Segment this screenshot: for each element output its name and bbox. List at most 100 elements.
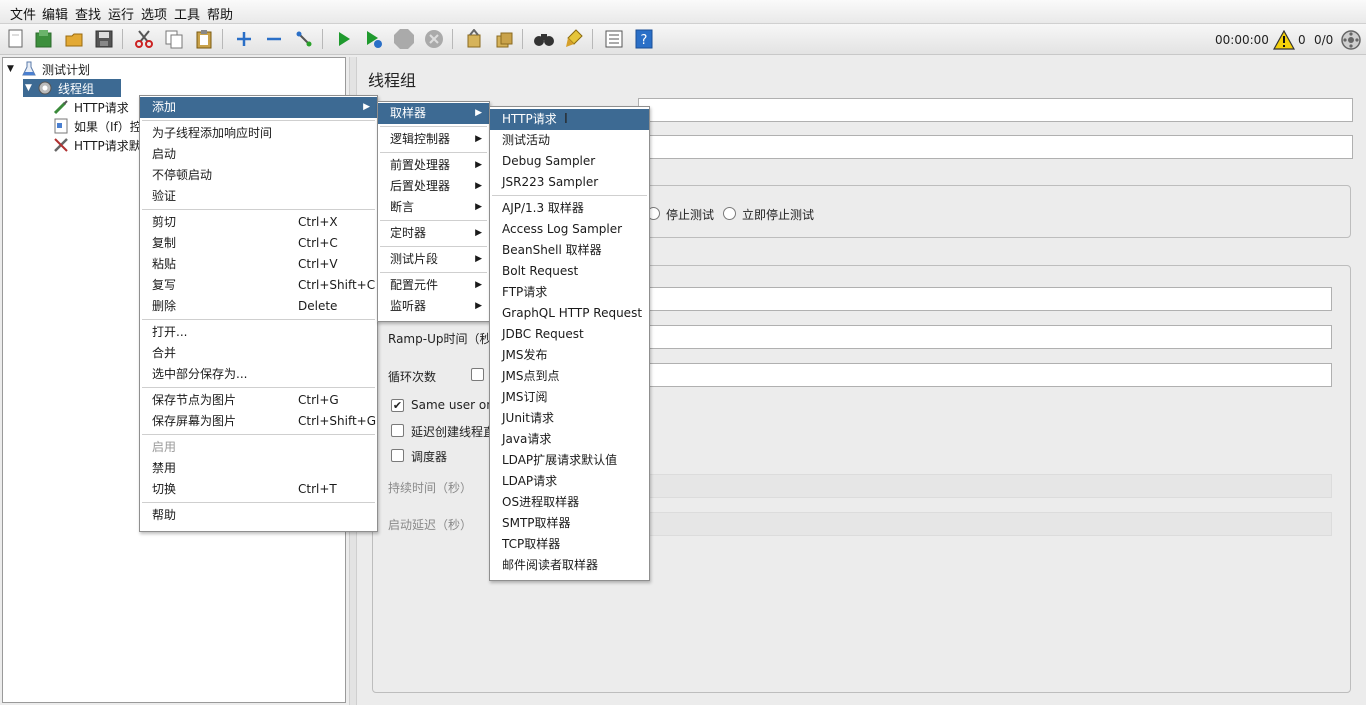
paste-icon[interactable] xyxy=(192,27,216,51)
menu-item-open[interactable]: 打开... xyxy=(140,322,377,343)
menu-item-start[interactable]: 启动 xyxy=(140,144,377,165)
clear-icon[interactable] xyxy=(462,27,486,51)
sampler-item-jsr223[interactable]: JSR223 Sampler xyxy=(490,172,649,193)
radio-stop-now[interactable] xyxy=(723,207,736,220)
submenu-item-timer[interactable]: 定时器 ▶ xyxy=(378,223,489,244)
submenu-item-listener[interactable]: 监听器 ▶ xyxy=(378,296,489,317)
menu-item-add-response-time[interactable]: 为子线程添加响应时间 xyxy=(140,123,377,144)
menu-item-disable[interactable]: 禁用 xyxy=(140,458,377,479)
sampler-item-jms-publish[interactable]: JMS发布 xyxy=(490,345,649,366)
startup-delay-field[interactable] xyxy=(638,512,1332,536)
rampup-field[interactable] xyxy=(638,325,1332,349)
menu-search[interactable]: 查找 xyxy=(75,4,101,23)
sampler-item-graphql[interactable]: GraphQL HTTP Request xyxy=(490,303,649,324)
scheduler-label: 调度器 xyxy=(411,450,448,464)
submenu-arrow-icon: ▶ xyxy=(475,254,482,264)
sampler-item-jms-p2p[interactable]: JMS点到点 xyxy=(490,366,649,387)
submenu-item-sampler[interactable]: 取样器 ▶ xyxy=(378,103,489,124)
submenu-item-post-processor[interactable]: 后置处理器 ▶ xyxy=(378,176,489,197)
sampler-item-mail-reader[interactable]: 邮件阅读者取样器 xyxy=(490,555,649,576)
expand-arrow-icon[interactable]: ▼ xyxy=(23,83,37,93)
menu-item-delete[interactable]: 删除 Delete xyxy=(140,296,377,317)
templates-icon[interactable] xyxy=(32,27,56,51)
clear-all-icon[interactable] xyxy=(492,27,516,51)
sampler-item-access-log[interactable]: Access Log Sampler xyxy=(490,219,649,240)
menu-item-paste[interactable]: 粘贴 Ctrl+V xyxy=(140,254,377,275)
tree-node-http-request[interactable]: HTTP请求 xyxy=(53,98,129,116)
cut-icon[interactable] xyxy=(132,27,156,51)
menu-item-save-selection[interactable]: 选中部分保存为... xyxy=(140,364,377,385)
sampler-item-ajp[interactable]: AJP/1.3 取样器 xyxy=(490,198,649,219)
menu-run[interactable]: 运行 xyxy=(108,4,134,23)
start-icon[interactable] xyxy=(332,27,356,51)
warning-icon[interactable] xyxy=(1272,28,1296,52)
sampler-item-ldap[interactable]: LDAP请求 xyxy=(490,471,649,492)
menu-item-merge[interactable]: 合并 xyxy=(140,343,377,364)
menu-item-copy[interactable]: 复制 Ctrl+C xyxy=(140,233,377,254)
tree-node-http-defaults[interactable]: HTTP请求默 xyxy=(53,136,141,154)
delay-create-checkbox[interactable] xyxy=(391,424,404,437)
stop-icon[interactable] xyxy=(392,27,416,51)
sampler-item-java[interactable]: Java请求 xyxy=(490,429,649,450)
tree-node-if-controller[interactable]: 如果（If）控 xyxy=(53,117,142,135)
reset-search-icon[interactable] xyxy=(562,27,586,51)
menu-item-save-node-image[interactable]: 保存节点为图片 Ctrl+G xyxy=(140,390,377,411)
loop-count-field[interactable] xyxy=(638,363,1332,387)
search-icon[interactable] xyxy=(532,27,556,51)
expand-all-icon[interactable] xyxy=(232,27,256,51)
save-icon[interactable] xyxy=(92,27,116,51)
help-icon[interactable]: ? xyxy=(632,27,656,51)
collapse-all-icon[interactable] xyxy=(262,27,286,51)
sampler-item-ftp[interactable]: FTP请求 xyxy=(490,282,649,303)
menu-item-duplicate[interactable]: 复写 Ctrl+Shift+C xyxy=(140,275,377,296)
menu-item-start-no-pause[interactable]: 不停顿启动 xyxy=(140,165,377,186)
sampler-item-beanshell[interactable]: BeanShell 取样器 xyxy=(490,240,649,261)
tree-node-test-plan[interactable]: ▼ 测试计划 xyxy=(7,60,90,78)
shutdown-icon[interactable] xyxy=(422,27,446,51)
comments-field[interactable] xyxy=(638,135,1353,159)
sampler-item-debug[interactable]: Debug Sampler xyxy=(490,151,649,172)
menu-help[interactable]: 帮助 xyxy=(207,4,233,23)
loop-forever-checkbox[interactable] xyxy=(471,368,484,381)
new-icon[interactable] xyxy=(4,27,28,51)
sampler-item-bolt[interactable]: Bolt Request xyxy=(490,261,649,282)
sampler-item-ldap-ext[interactable]: LDAP扩展请求默认值 xyxy=(490,450,649,471)
sampler-item-jdbc[interactable]: JDBC Request xyxy=(490,324,649,345)
sampler-item-test-action[interactable]: 测试活动 xyxy=(490,130,649,151)
submenu-item-assertion[interactable]: 断言 ▶ xyxy=(378,197,489,218)
expand-arrow-icon[interactable]: ▼ xyxy=(7,64,21,74)
scheduler-checkbox[interactable] xyxy=(391,449,404,462)
function-helper-icon[interactable] xyxy=(602,27,626,51)
same-user-checkbox[interactable]: ✔ xyxy=(391,399,404,412)
tree-node-thread-group[interactable]: ▼ 线程组 xyxy=(23,79,121,97)
sampler-item-junit[interactable]: JUnit请求 xyxy=(490,408,649,429)
submenu-item-config-element[interactable]: 配置元件 ▶ xyxy=(378,275,489,296)
menu-item-toggle[interactable]: 切换 Ctrl+T xyxy=(140,479,377,500)
menu-item-add[interactable]: 添加 ▶ xyxy=(140,97,377,118)
submenu-item-test-fragment[interactable]: 测试片段 ▶ xyxy=(378,249,489,270)
menu-item-cut[interactable]: 剪切 Ctrl+X xyxy=(140,212,377,233)
status-gear-icon[interactable] xyxy=(1339,28,1363,52)
menu-tools[interactable]: 工具 xyxy=(174,4,200,23)
copy-icon[interactable] xyxy=(162,27,186,51)
sampler-item-tcp[interactable]: TCP取样器 xyxy=(490,534,649,555)
open-icon[interactable] xyxy=(62,27,86,51)
sampler-item-smtp[interactable]: SMTP取样器 xyxy=(490,513,649,534)
sampler-item-jms-subscribe[interactable]: JMS订阅 xyxy=(490,387,649,408)
menu-item-help[interactable]: 帮助 xyxy=(140,505,377,526)
toggle-icon[interactable] xyxy=(292,27,316,51)
thread-count-field[interactable] xyxy=(638,287,1332,311)
menu-item-save-screen-image[interactable]: 保存屏幕为图片 Ctrl+Shift+G xyxy=(140,411,377,432)
submenu-item-pre-processor[interactable]: 前置处理器 ▶ xyxy=(378,155,489,176)
duration-field[interactable] xyxy=(638,474,1332,498)
menu-options[interactable]: 选项 xyxy=(141,4,167,23)
sampler-item-http-request[interactable]: HTTP请求 I xyxy=(490,109,649,130)
sampler-item-os-process[interactable]: OS进程取样器 xyxy=(490,492,649,513)
start-no-pause-icon[interactable] xyxy=(362,27,386,51)
flask-icon xyxy=(21,61,37,77)
menu-file[interactable]: 文件 xyxy=(10,4,36,23)
name-field[interactable] xyxy=(638,98,1353,122)
submenu-item-logic-controller[interactable]: 逻辑控制器 ▶ xyxy=(378,129,489,150)
menu-item-validate[interactable]: 验证 xyxy=(140,186,377,207)
menu-edit[interactable]: 编辑 xyxy=(42,4,68,23)
